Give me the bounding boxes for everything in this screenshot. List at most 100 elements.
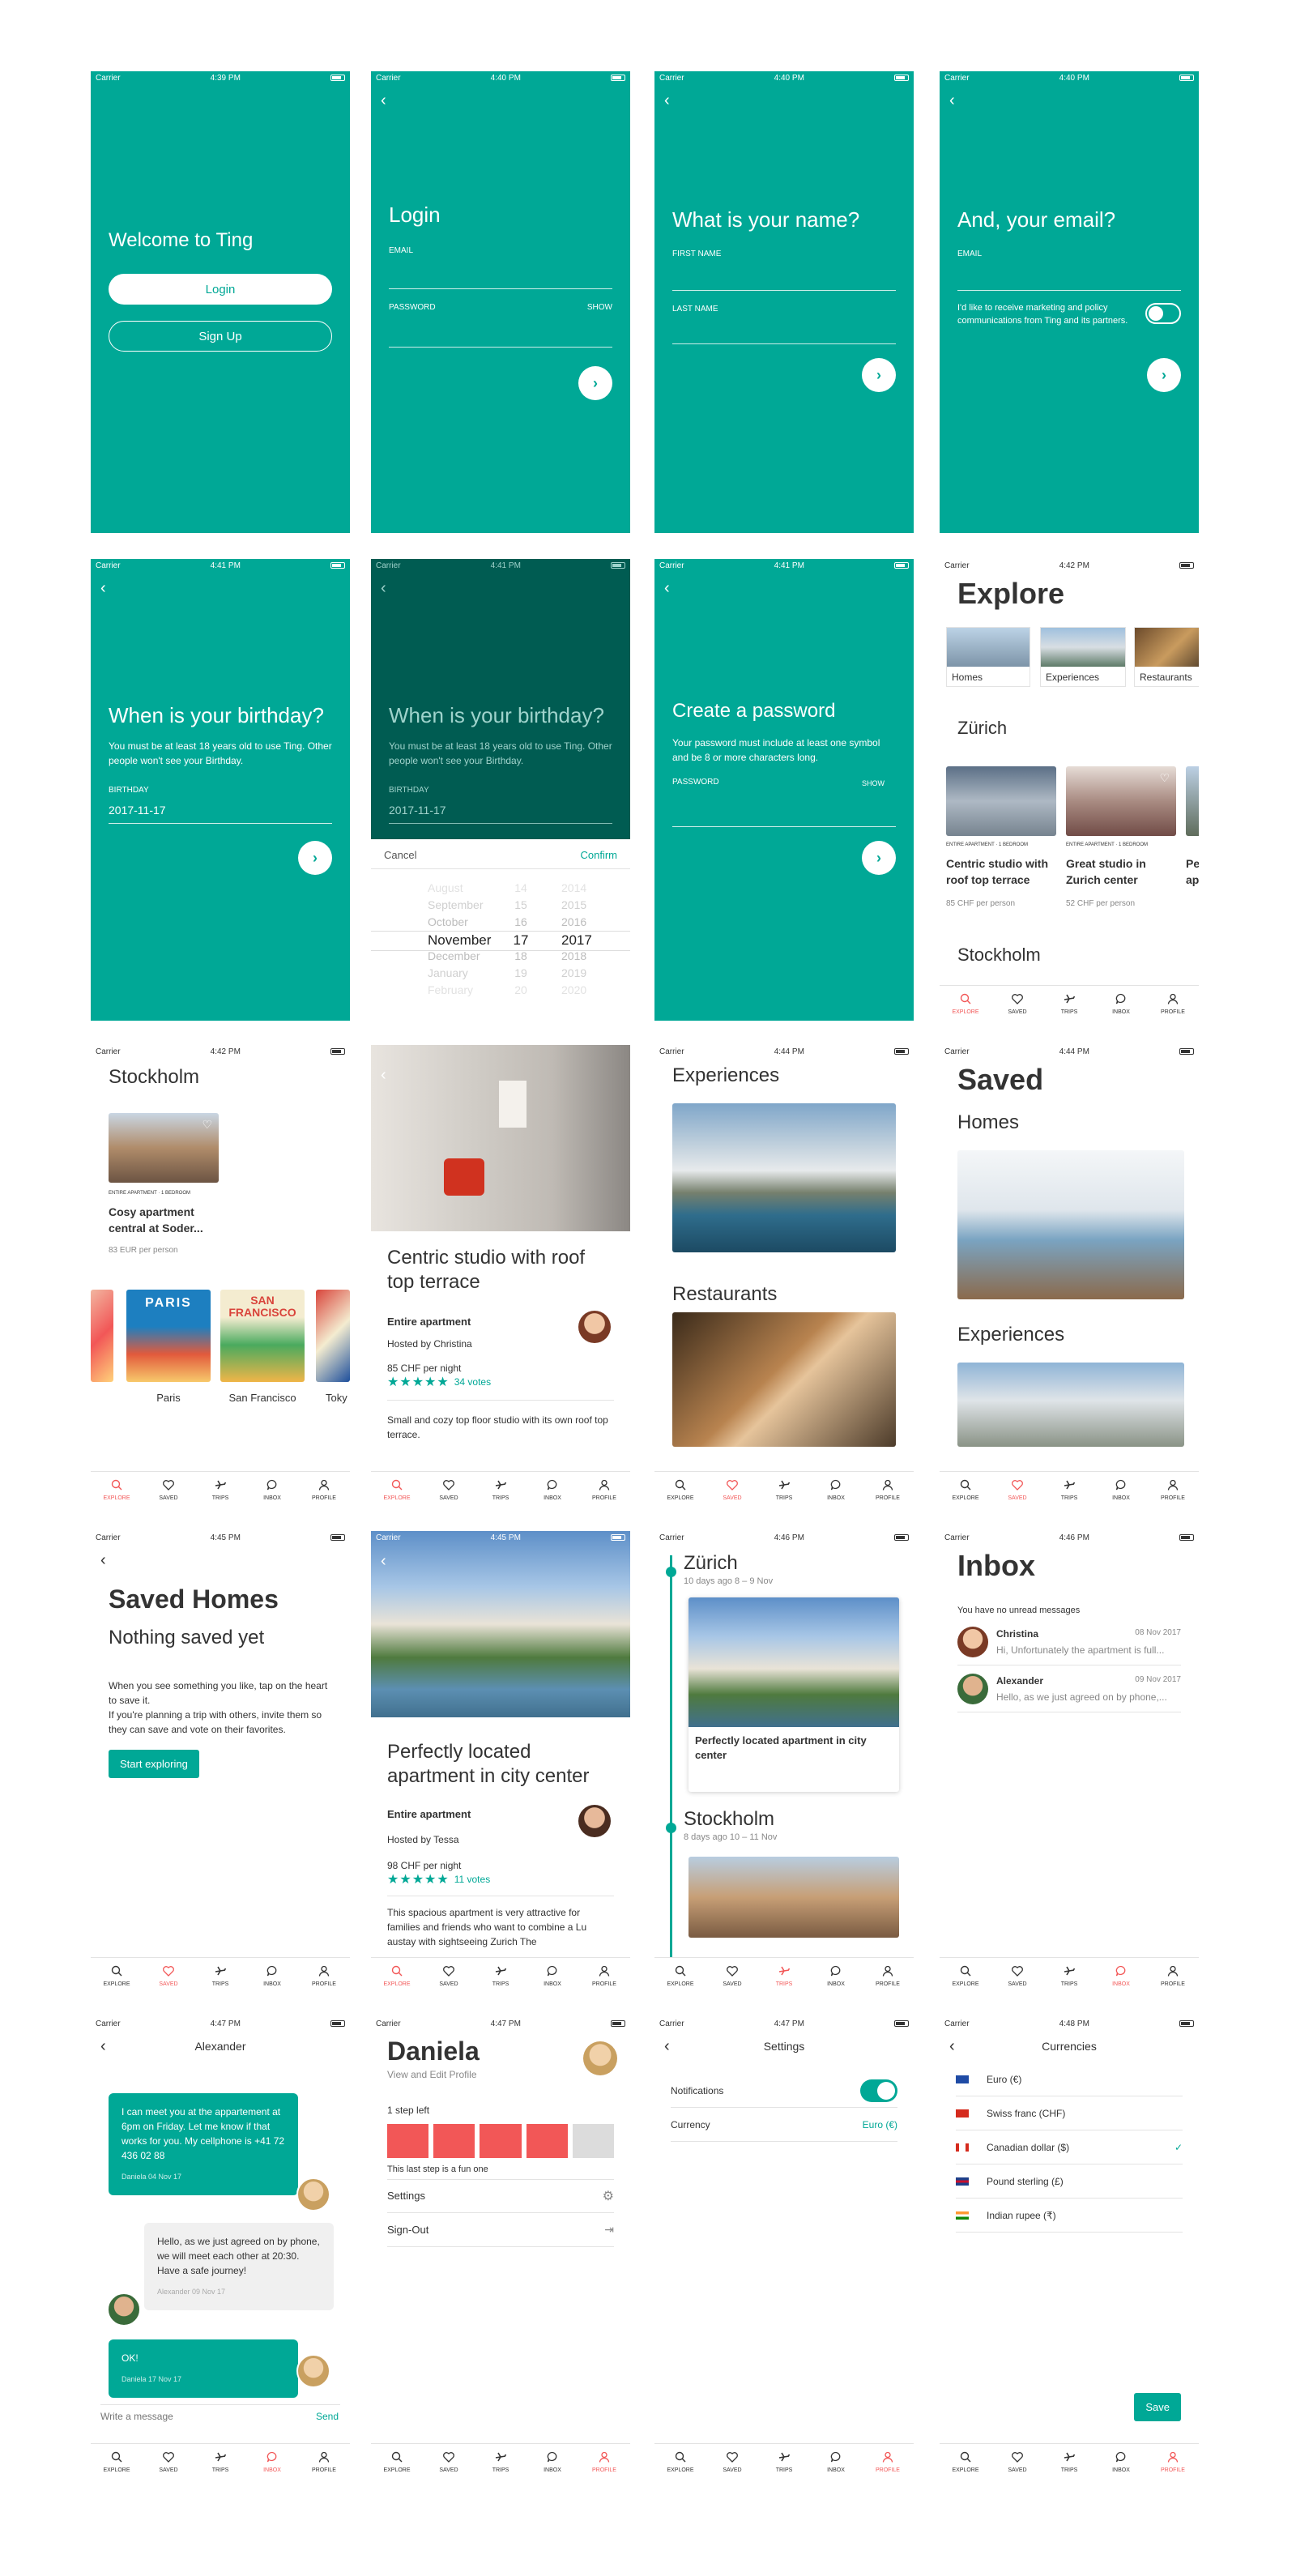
currency-option-inr[interactable]: Indian rupee (₹): [956, 2199, 1183, 2233]
picker-option[interactable]: 2014: [561, 881, 586, 894]
back-icon[interactable]: ‹: [381, 1066, 386, 1085]
profile-avatar[interactable]: [583, 2041, 617, 2075]
tab-trips[interactable]: TRIPS: [475, 2444, 526, 2479]
next-button[interactable]: ›: [578, 366, 612, 400]
host-avatar[interactable]: [578, 1805, 611, 1837]
tab-inbox[interactable]: INBOX: [246, 1472, 298, 1507]
listing-hero-photo[interactable]: ‹: [371, 1045, 630, 1231]
tab-profile[interactable]: PROFILE: [862, 1472, 914, 1507]
tab-inbox[interactable]: INBOX: [1095, 1958, 1147, 1993]
tab-trips[interactable]: TRIPS: [475, 1472, 526, 1507]
poster-tokyo[interactable]: [316, 1290, 350, 1382]
tab-profile[interactable]: PROFILE: [1147, 1472, 1199, 1507]
tab-explore[interactable]: EXPLORE: [91, 1472, 143, 1507]
category-experiences[interactable]: Experiences: [1040, 627, 1126, 687]
listing-photo[interactable]: [1186, 766, 1199, 836]
tab-trips[interactable]: TRIPS: [194, 2444, 246, 2479]
currency-option-chf[interactable]: Swiss franc (CHF): [956, 2096, 1183, 2130]
picker-option[interactable]: February: [428, 983, 473, 996]
tab-inbox[interactable]: INBOX: [1095, 2444, 1147, 2479]
tab-inbox[interactable]: INBOX: [1095, 986, 1147, 1021]
listing-photo[interactable]: ♡: [1066, 766, 1176, 836]
tab-saved[interactable]: SAVED: [991, 2444, 1043, 2479]
next-button[interactable]: ›: [862, 358, 896, 392]
listing-photo[interactable]: [946, 766, 1056, 836]
tab-saved[interactable]: SAVED: [991, 1958, 1043, 1993]
tab-trips[interactable]: TRIPS: [758, 1472, 810, 1507]
start-exploring-button[interactable]: Start exploring: [109, 1750, 199, 1778]
picker-option[interactable]: 18: [513, 949, 529, 962]
tab-inbox[interactable]: INBOX: [246, 2444, 298, 2479]
back-icon[interactable]: ‹: [664, 580, 670, 596]
marketing-toggle[interactable]: [1145, 303, 1181, 324]
back-icon[interactable]: ‹: [100, 580, 106, 596]
next-button[interactable]: ›: [1147, 358, 1181, 392]
tab-inbox[interactable]: INBOX: [1095, 1472, 1147, 1507]
tab-trips[interactable]: TRIPS: [194, 1472, 246, 1507]
tab-profile[interactable]: PROFILE: [298, 2444, 350, 2479]
tab-saved[interactable]: SAVED: [706, 1958, 758, 1993]
tab-saved[interactable]: SAVED: [423, 1958, 475, 1993]
password-field[interactable]: [672, 826, 896, 827]
currency-option-euro[interactable]: Euro (€): [956, 2062, 1183, 2096]
picker-option[interactable]: 2015: [561, 898, 586, 911]
tab-inbox[interactable]: INBOX: [810, 1472, 862, 1507]
back-icon[interactable]: ‹: [381, 1552, 386, 1571]
tab-inbox[interactable]: INBOX: [810, 2444, 862, 2479]
currency-option-gbp[interactable]: Pound sterling (£): [956, 2164, 1183, 2199]
category-restaurants[interactable]: Restaurants: [1134, 627, 1199, 687]
picker-option[interactable]: 2020: [561, 983, 586, 996]
picker-option[interactable]: 19: [513, 966, 529, 979]
tab-saved[interactable]: SAVED: [143, 2444, 194, 2479]
tab-inbox[interactable]: INBOX: [810, 1958, 862, 1993]
tab-trips[interactable]: TRIPS: [194, 1958, 246, 1993]
currency-row[interactable]: Currency Euro (€): [671, 2108, 897, 2142]
tab-explore[interactable]: EXPLORE: [371, 1958, 423, 1993]
listing-name[interactable]: Pe ap: [1186, 855, 1199, 888]
cancel-button[interactable]: Cancel: [384, 849, 416, 861]
tab-profile[interactable]: PROFILE: [578, 2444, 630, 2479]
tab-saved[interactable]: SAVED: [423, 1472, 475, 1507]
tab-inbox[interactable]: INBOX: [246, 1958, 298, 1993]
next-button[interactable]: ›: [862, 841, 896, 875]
message-row[interactable]: Christina 08 Nov 2017 Hi, Unfortunately …: [957, 1623, 1181, 1665]
votes-count[interactable]: 34 votes: [454, 1376, 491, 1388]
poster-san-francisco[interactable]: SAN FRANCISCO: [220, 1290, 305, 1382]
saved-experience-photo[interactable]: [957, 1363, 1184, 1447]
next-button[interactable]: ›: [298, 841, 332, 875]
last-name-field[interactable]: [672, 343, 896, 344]
first-name-field[interactable]: [672, 290, 896, 291]
signout-row[interactable]: Sign-Out ⇥: [387, 2213, 614, 2247]
heart-icon[interactable]: ♡: [202, 1118, 212, 1132]
birthday-value[interactable]: 2017-11-17: [109, 804, 166, 817]
picker-option[interactable]: October: [428, 915, 468, 928]
tab-profile[interactable]: PROFILE: [1147, 986, 1199, 1021]
back-icon[interactable]: ‹: [381, 92, 386, 109]
tab-trips[interactable]: TRIPS: [475, 1958, 526, 1993]
tab-inbox[interactable]: INBOX: [526, 2444, 578, 2479]
tab-profile[interactable]: PROFILE: [1147, 2444, 1199, 2479]
saved-home-photo[interactable]: [957, 1150, 1184, 1299]
trip-card-photo[interactable]: [688, 1857, 899, 1938]
tab-profile[interactable]: PROFILE: [298, 1472, 350, 1507]
back-icon[interactable]: ‹: [100, 1552, 106, 1568]
edit-profile-link[interactable]: View and Edit Profile: [387, 2069, 477, 2080]
host-avatar[interactable]: [578, 1311, 611, 1343]
tab-trips[interactable]: TRIPS: [1043, 1472, 1095, 1507]
listing-name[interactable]: Centric studio with roof top terrace: [946, 855, 1059, 888]
confirm-button[interactable]: Confirm: [580, 849, 617, 861]
back-icon[interactable]: ‹: [664, 92, 670, 109]
notifications-toggle[interactable]: [860, 2079, 897, 2102]
tab-profile[interactable]: PROFILE: [298, 1958, 350, 1993]
back-icon[interactable]: ‹: [949, 92, 955, 109]
tab-profile[interactable]: PROFILE: [862, 2444, 914, 2479]
poster-paris[interactable]: PARIS: [126, 1290, 211, 1382]
message-row[interactable]: Alexander 09 Nov 2017 Hello, as we just …: [957, 1670, 1181, 1712]
tab-saved[interactable]: SAVED: [706, 2444, 758, 2479]
login-button[interactable]: Login: [109, 274, 332, 305]
tab-explore[interactable]: EXPLORE: [91, 1958, 143, 1993]
trip-card[interactable]: Perfectly located apartment in city cent…: [688, 1597, 899, 1792]
tab-explore[interactable]: EXPLORE: [654, 2444, 706, 2479]
tab-explore[interactable]: EXPLORE: [940, 986, 991, 1021]
picker-option[interactable]: September: [428, 898, 483, 911]
